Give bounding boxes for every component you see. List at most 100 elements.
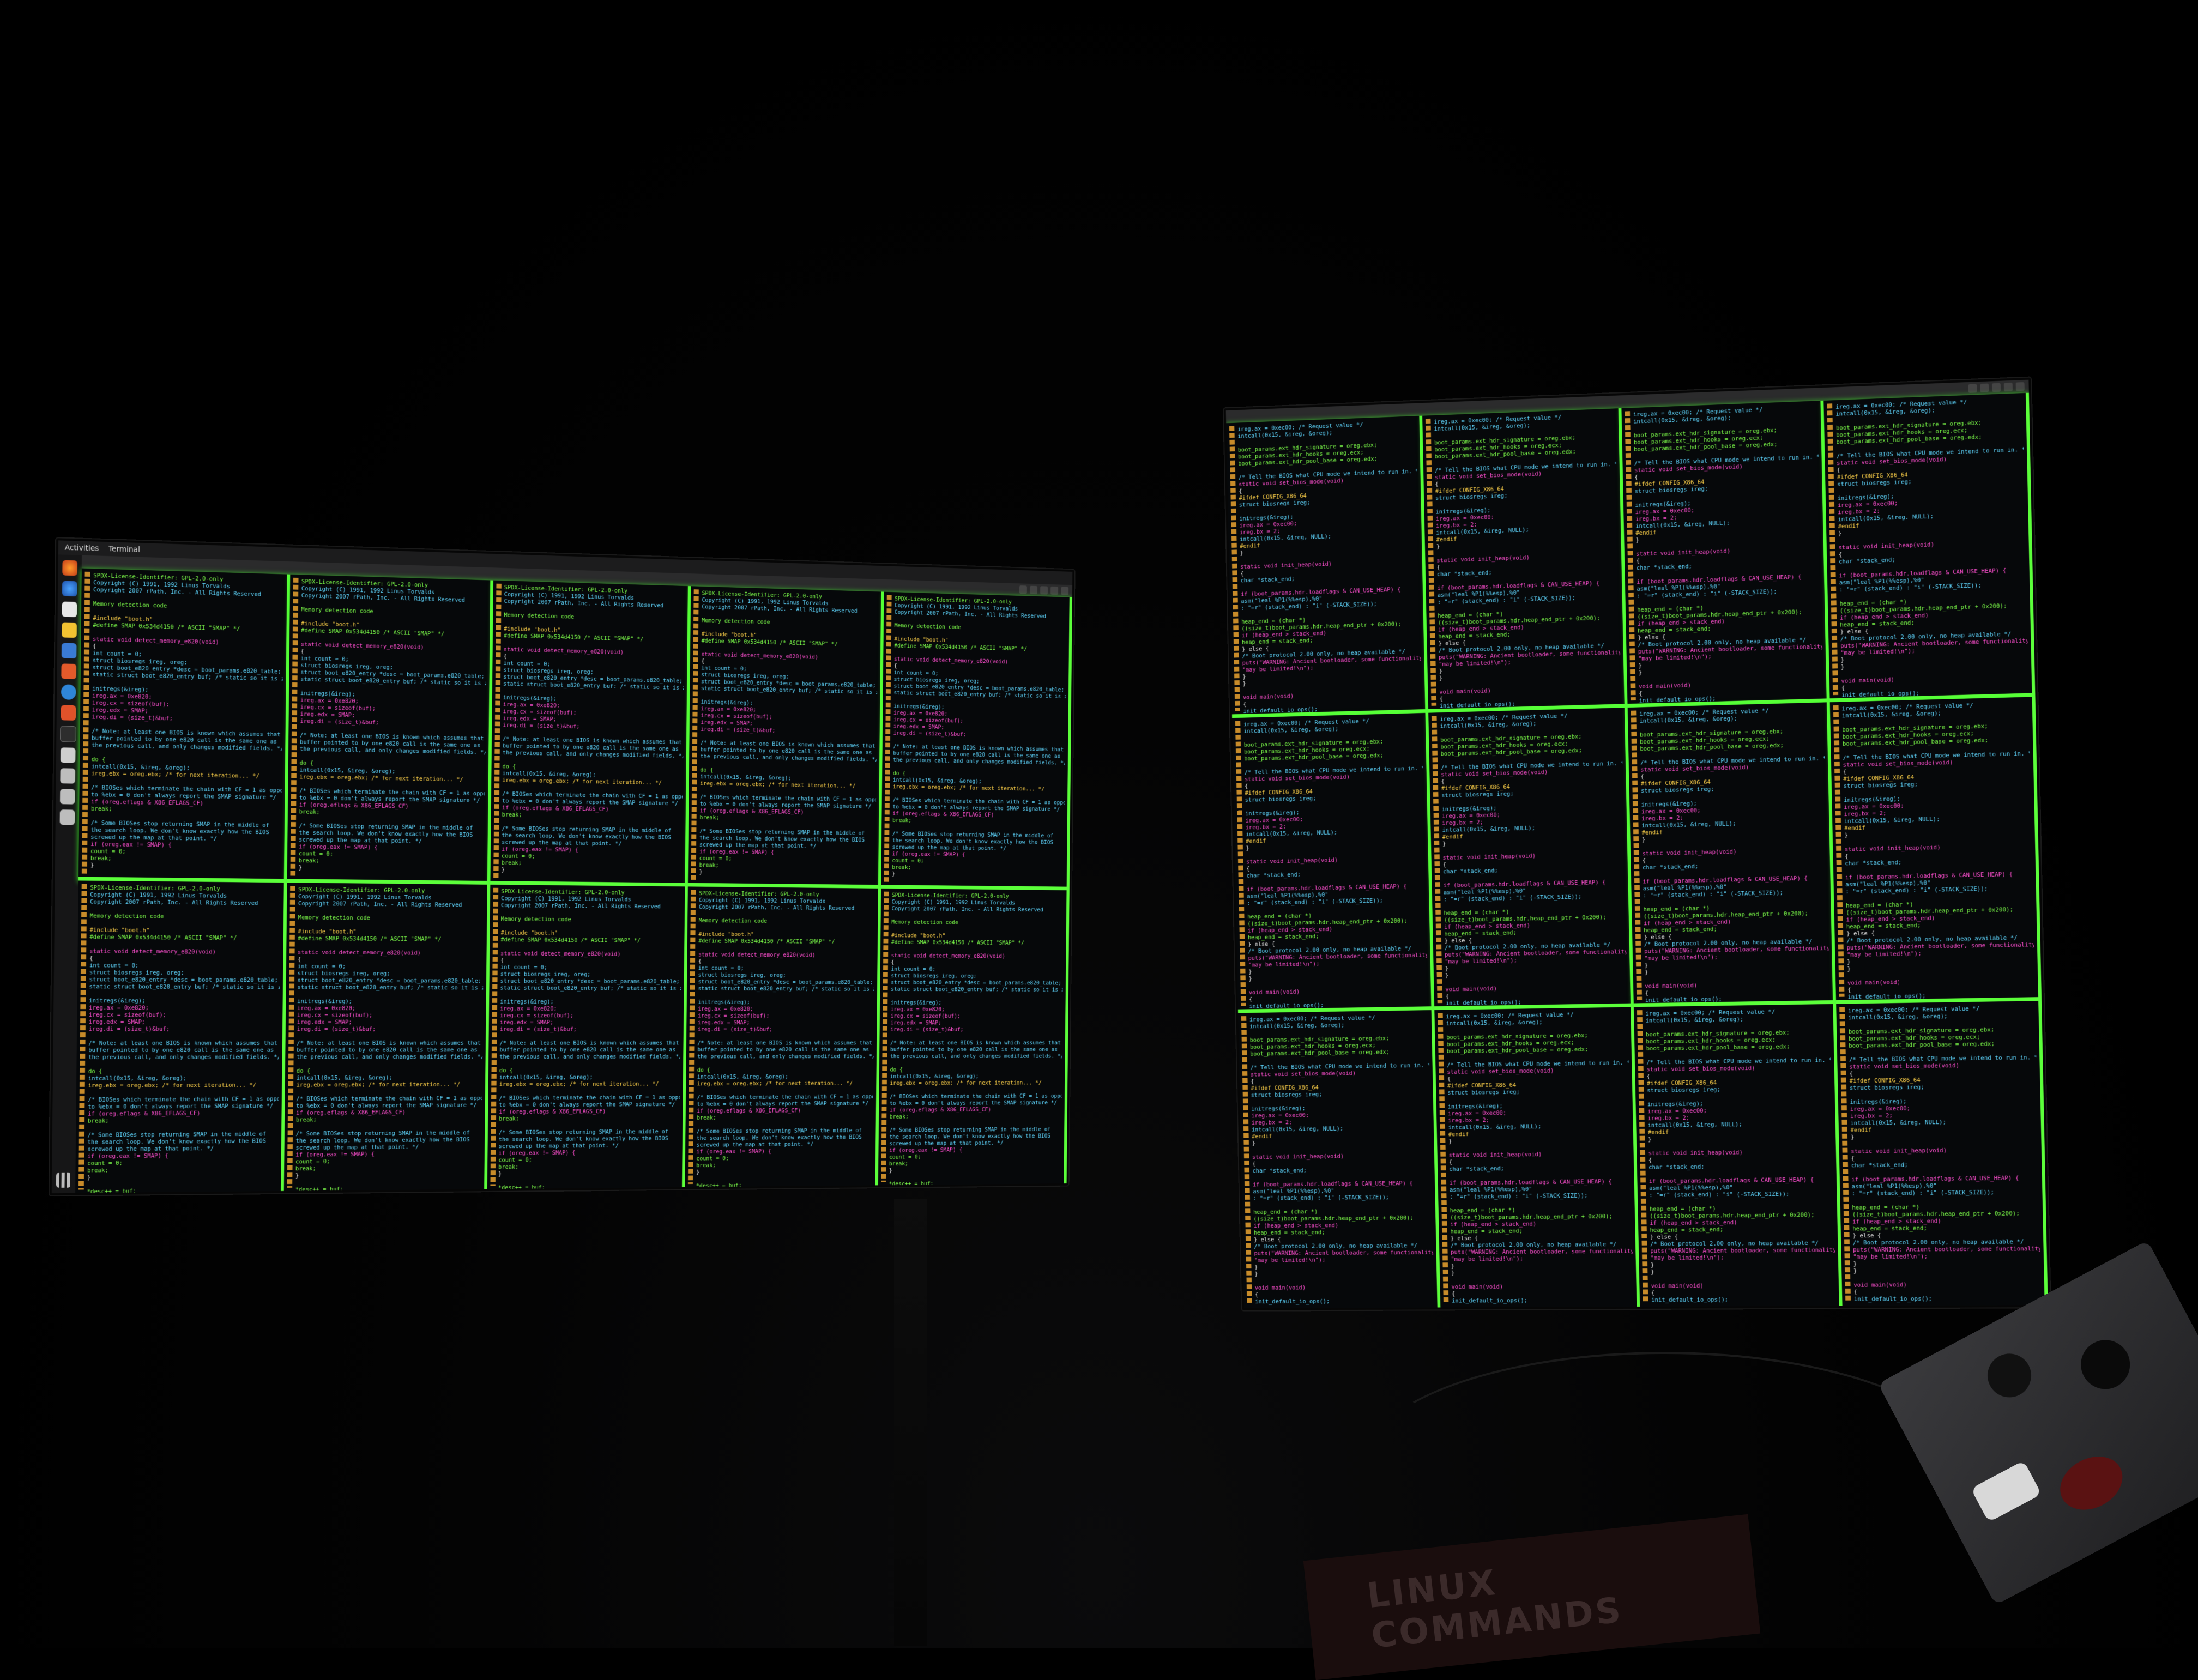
code-line: static struct boot_e820_entry buf; /* st… — [500, 984, 681, 992]
trash-icon[interactable] — [60, 747, 76, 763]
code-line: static void detect_memory_e820(void) — [500, 950, 621, 958]
code-line: /* Note: at least one BIOS is known whic… — [499, 1039, 681, 1047]
show-apps-grid-icon[interactable] — [56, 1172, 71, 1188]
terminal-pane[interactable]: SPDX-License-Identifier: GPL-2.0-only Cop… — [685, 886, 881, 1187]
menu-icon[interactable] — [1980, 383, 1989, 393]
code-line: Memory detection code — [298, 914, 370, 922]
store-icon[interactable] — [61, 705, 76, 721]
code-line: /* Note: at least one BIOS is known whic… — [88, 1039, 279, 1047]
code-line: Copyright 2007 rPath, Inc. - All Rights … — [891, 905, 1043, 914]
terminal-pane[interactable]: ireg.ax = 0xec00; /* Request value */int… — [1627, 702, 1837, 1007]
terminal-pane[interactable]: ireg.ax = 0xec00; /* Request value */int… — [1621, 400, 1830, 708]
code-line: ireg.ebx = oreg.ebx; /* for next iterati… — [499, 1080, 659, 1088]
browser-icon[interactable] — [62, 581, 77, 597]
code-line: ireg.ax = 0xe820; — [697, 1005, 753, 1013]
app-menu-terminal[interactable]: Terminal — [108, 545, 140, 554]
code-line: static struct boot_e820_entry buf; /* st… — [89, 983, 280, 991]
drive-icon-2[interactable] — [59, 789, 75, 805]
terminal-pane[interactable]: SPDX-License-Identifier: GPL-2.0-only Cop… — [287, 574, 493, 885]
code-line: initregs(&ireg); — [89, 997, 146, 1005]
terminal-icon[interactable] — [60, 726, 76, 742]
code-line: ireg.di = (size_t)&buf; — [88, 1025, 170, 1033]
terminal-pane[interactable]: SPDX-License-Identifier: GPL-2.0-only Cop… — [75, 880, 287, 1193]
code-line: buffer pointed to by one e820 call is th… — [297, 1046, 478, 1054]
close-icon[interactable] — [2015, 382, 2025, 391]
terminal-pane[interactable]: SPDX-License-Identifier: GPL-2.0-only Cop… — [283, 883, 491, 1191]
new-tab-icon[interactable] — [1019, 585, 1027, 594]
code-line: static struct boot_e820_entry buf; /* st… — [698, 985, 874, 993]
terminal-pane[interactable]: ireg.ax = 0xec00; /* Request value */int… — [1836, 1001, 2048, 1306]
code-line: ireg.cx = sizeof(buf); — [890, 1012, 961, 1020]
terminal-pane[interactable]: ireg.ax = 0xec00; /* Request value */int… — [1422, 408, 1628, 713]
code-line: ireg.di = (size_t)&buf; — [890, 1026, 964, 1033]
code-line: the previous call, and only changes modi… — [88, 1053, 279, 1061]
code-line: struct boot_e820_entry *desc = boot_para… — [297, 976, 482, 984]
minimize-icon[interactable] — [1991, 383, 2001, 392]
menu-icon[interactable] — [1030, 585, 1038, 595]
new-tab-icon[interactable] — [1968, 384, 1977, 393]
terminal-pane[interactable]: ireg.ax = 0xec00; /* Request value */int… — [1238, 1010, 1441, 1308]
terminal-pane[interactable]: ireg.ax = 0xec00; /* Request value */int… — [1823, 392, 2036, 703]
code-line: do { — [88, 1067, 102, 1075]
activities-button[interactable]: Activities — [65, 543, 99, 553]
code-line: puts("WARNING: Ancient bootloader, some … — [1852, 1245, 2040, 1254]
terminal-pane[interactable]: ireg.ax = 0xec00; /* Request value */int… — [1428, 708, 1634, 1010]
rhythmbox-icon[interactable] — [62, 622, 77, 638]
code-line: puts("WARNING: Ancient bootloader, some … — [1254, 1248, 1434, 1257]
terminal-pane[interactable]: ireg.ax = 0xec00; /* Request value */int… — [1434, 1007, 1640, 1308]
terminal-pane[interactable]: ireg.ax = 0xec00; /* Request value */int… — [1232, 712, 1435, 1013]
firefox-icon[interactable] — [62, 560, 78, 576]
code-line: puts("WARNING: Ancient bootloader, some … — [1451, 1247, 1633, 1256]
help-icon[interactable] — [61, 684, 76, 700]
code-line: struct boot_e820_entry *desc = boot_para… — [500, 977, 680, 985]
code-line: struct biosregs ireg, oreg; — [89, 969, 185, 976]
drive-icon[interactable] — [60, 768, 76, 784]
minimize-icon[interactable] — [1040, 586, 1048, 595]
code-line: the previous call, and only changes modi… — [890, 1053, 1062, 1060]
code-line: ireg.edx = SMAP; — [88, 1018, 146, 1026]
drive-icon-3[interactable] — [59, 809, 75, 825]
close-icon[interactable] — [1061, 587, 1069, 595]
code-line: buffer pointed to by one e820 call is th… — [88, 1046, 274, 1054]
terminal-pane[interactable]: ireg.ax = 0xec00; /* Request value */int… — [1829, 697, 2042, 1004]
terminal-pane[interactable]: SPDX-License-Identifier: GPL-2.0-only Cop… — [688, 586, 884, 889]
maximize-icon[interactable] — [1050, 586, 1059, 595]
code-line: Memory detection code — [500, 915, 571, 923]
code-line: buffer pointed to by one e820 call is th… — [890, 1046, 1058, 1053]
code-line: ((size_t)boot_params.hdr.heap_end_ptr + … — [1649, 1211, 1815, 1220]
code-line: ireg.cx = sizeof(buf); — [88, 1011, 167, 1019]
code-line: static void detect_memory_e820(void) — [89, 947, 216, 956]
code-line: ireg.di = (size_t)&buf; — [499, 1025, 577, 1033]
terminal-pane[interactable]: ireg.ax = 0xec00; /* Request value */int… — [1226, 415, 1429, 718]
left-window-controls — [1019, 585, 1069, 595]
software-icon[interactable] — [61, 663, 77, 679]
code-line: ireg.cx = sizeof(buf); — [500, 1012, 574, 1019]
terminal-pane[interactable]: ireg.ax = 0xec00; /* Request value */int… — [1633, 1004, 1843, 1307]
code-line: struct biosregs ireg, oreg; — [698, 971, 786, 979]
code-line: ireg.ebx = oreg.ebx; /* for next iterati… — [296, 1080, 461, 1089]
code-line: ireg.di = (size_t)&buf; — [697, 1025, 773, 1033]
code-line: initregs(&ireg); — [297, 998, 353, 1005]
code-line: the search loop. We don't know exactly h… — [87, 1137, 267, 1146]
code-line: intcall(0x15, &ireg, &oreg); — [499, 1073, 593, 1081]
terminal-pane[interactable]: SPDX-License-Identifier: GPL-2.0-only Cop… — [78, 568, 291, 883]
writer-icon[interactable] — [61, 643, 77, 659]
right-terminal-panes: ireg.ax = 0xec00; /* Request value */int… — [1226, 392, 2048, 1308]
terminal-pane[interactable]: SPDX-License-Identifier: GPL-2.0-only Cop… — [881, 591, 1072, 891]
code-line: struct biosregs ireg, oreg; — [500, 970, 591, 978]
files-icon[interactable] — [62, 601, 77, 618]
maximize-icon[interactable] — [2003, 382, 2013, 392]
right-monitor-screen: ireg.ax = 0xec00; /* Request value */int… — [1225, 379, 2048, 1308]
terminal-pane[interactable]: SPDX-License-Identifier: GPL-2.0-only Cop… — [487, 884, 689, 1189]
code-line: /* Note: at least one BIOS is known whic… — [890, 1039, 1062, 1047]
terminal-pane[interactable]: SPDX-License-Identifier: GPL-2.0-only Cop… — [490, 580, 691, 887]
code-line: intcall(0x15, &ireg, &oreg); — [890, 1073, 979, 1080]
code-line: Memory detection code — [891, 918, 958, 926]
code-line: struct biosregs ireg, oreg; — [297, 969, 390, 977]
terminal-pane[interactable]: SPDX-License-Identifier: GPL-2.0-only Cop… — [878, 888, 1070, 1186]
